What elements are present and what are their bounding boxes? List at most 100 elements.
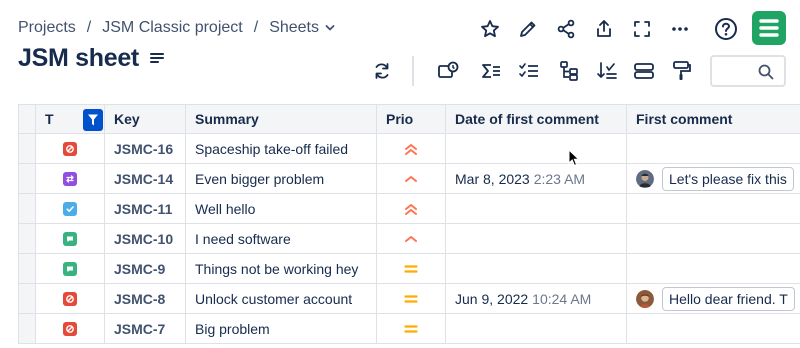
date-cell[interactable] [446,254,627,284]
comment-cell[interactable] [627,254,800,284]
row-handle[interactable] [18,314,36,344]
summary-cell[interactable]: Unlock customer account [186,284,377,314]
date-cell[interactable]: Jun 9, 2022 10:24 AM [446,284,627,314]
row-handle[interactable] [18,254,36,284]
column-header-label: Key [114,111,140,127]
issue-key-link[interactable]: JSMC-16 [114,141,173,157]
app-logo[interactable] [752,11,786,45]
row-handle[interactable] [18,164,36,194]
summary-text: Things not be working hey [195,260,359,277]
table-row[interactable]: JSMC-14 Even bigger problem Mar 8, 2023 2:2… [18,164,800,194]
type-cell[interactable] [36,284,105,314]
incident-type-icon [63,291,77,306]
date-cell[interactable]: Mar 8, 2023 2:23 AM [446,164,627,194]
checklist-icon[interactable] [516,58,542,84]
column-header-date[interactable]: Date of first comment [446,104,627,134]
row-handle[interactable] [18,134,36,164]
comment-cell[interactable]: Let's please fix this [627,164,800,194]
summary-cell[interactable]: Things not be working hey [186,254,377,284]
chevron-down-icon[interactable] [325,23,335,33]
column-header-label: Date of first comment [455,111,599,127]
key-cell[interactable]: JSMC-7 [105,314,186,344]
fullscreen-icon[interactable] [630,17,654,41]
search-icon [758,64,774,80]
type-cell[interactable] [36,134,105,164]
issue-key-link[interactable]: JSMC-11 [114,201,172,217]
priority-cell[interactable] [377,194,446,224]
summary-cell[interactable]: Well hello [186,194,377,224]
comment-cell[interactable] [627,314,800,344]
comment-cell[interactable]: Hello dear friend. T [627,284,800,314]
refresh-icon[interactable] [369,58,395,84]
breadcrumb-projects[interactable]: Projects [18,19,76,37]
star-icon[interactable] [478,17,502,41]
summary-cell[interactable]: I need software [186,224,377,254]
column-header-prio[interactable]: Prio [377,104,446,134]
priority-cell[interactable] [377,134,446,164]
summary-cell[interactable]: Big problem [186,314,377,344]
issue-key-link[interactable]: JSMC-14 [114,171,173,187]
type-cell[interactable] [36,164,105,194]
table-row[interactable]: JSMC-11 Well hello [18,194,800,224]
summary-text: Spaceship take-off failed [195,140,349,157]
row-handle[interactable] [18,224,36,254]
issue-key-link[interactable]: JSMC-8 [114,291,165,307]
layers-icon[interactable] [435,58,461,84]
column-header-comment[interactable]: First comment [627,104,800,134]
date-cell[interactable] [446,194,627,224]
breadcrumb-project[interactable]: JSM Classic project [102,19,242,37]
sort-icon[interactable] [594,58,620,84]
table-row[interactable]: JSMC-10 I need software [18,224,800,254]
filter-button[interactable] [83,109,103,131]
type-cell[interactable] [36,254,105,284]
breadcrumb-sheets[interactable]: Sheets [269,19,319,37]
pencil-icon[interactable] [516,17,540,41]
share-icon[interactable] [554,17,578,41]
priority-cell[interactable] [377,314,446,344]
priority-cell[interactable] [377,254,446,284]
row-handle[interactable] [18,194,36,224]
hierarchy-icon[interactable] [556,58,582,84]
comment-cell[interactable] [627,134,800,164]
group-icon[interactable] [631,58,657,84]
table-row[interactable]: JSMC-8 Unlock customer account Jun 9, 2022… [18,284,800,314]
sum-icon[interactable] [478,58,504,84]
menu-icon[interactable] [149,51,165,65]
priority-cell[interactable] [377,224,446,254]
summary-cell[interactable]: Spaceship take-off failed [186,134,377,164]
key-cell[interactable]: JSMC-9 [105,254,186,284]
row-handle[interactable] [18,284,36,314]
summary-cell[interactable]: Even bigger problem [186,164,377,194]
key-cell[interactable]: JSMC-11 [105,194,186,224]
table-row[interactable]: JSMC-16 Spaceship take-off failed [18,134,800,164]
table-row[interactable]: JSMC-9 Things not be working hey [18,254,800,284]
date-cell[interactable] [446,134,627,164]
paint-roller-icon[interactable] [669,58,695,84]
comment-cell[interactable] [627,224,800,254]
priority-medium-icon [404,324,418,333]
issue-key-link[interactable]: JSMC-10 [114,231,173,247]
key-cell[interactable]: JSMC-8 [105,284,186,314]
issue-key-link[interactable]: JSMC-7 [114,321,165,337]
column-header-summary[interactable]: Summary [186,104,377,134]
type-cell[interactable] [36,194,105,224]
key-cell[interactable]: JSMC-10 [105,224,186,254]
priority-cell[interactable] [377,164,446,194]
row-number-header [18,104,36,134]
table-row[interactable]: JSMC-7 Big problem [18,314,800,344]
priority-cell[interactable] [377,284,446,314]
key-cell[interactable]: JSMC-16 [105,134,186,164]
date-cell[interactable] [446,314,627,344]
column-header-key[interactable]: Key [105,104,186,134]
help-icon[interactable] [714,17,738,41]
export-icon[interactable] [592,17,616,41]
date-cell[interactable] [446,224,627,254]
more-icon[interactable] [668,17,692,41]
type-cell[interactable] [36,224,105,254]
search-input[interactable] [710,55,786,87]
type-cell[interactable] [36,314,105,344]
comment-cell[interactable] [627,194,800,224]
key-cell[interactable]: JSMC-14 [105,164,186,194]
request-type-icon [63,231,77,246]
issue-key-link[interactable]: JSMC-9 [114,261,165,277]
